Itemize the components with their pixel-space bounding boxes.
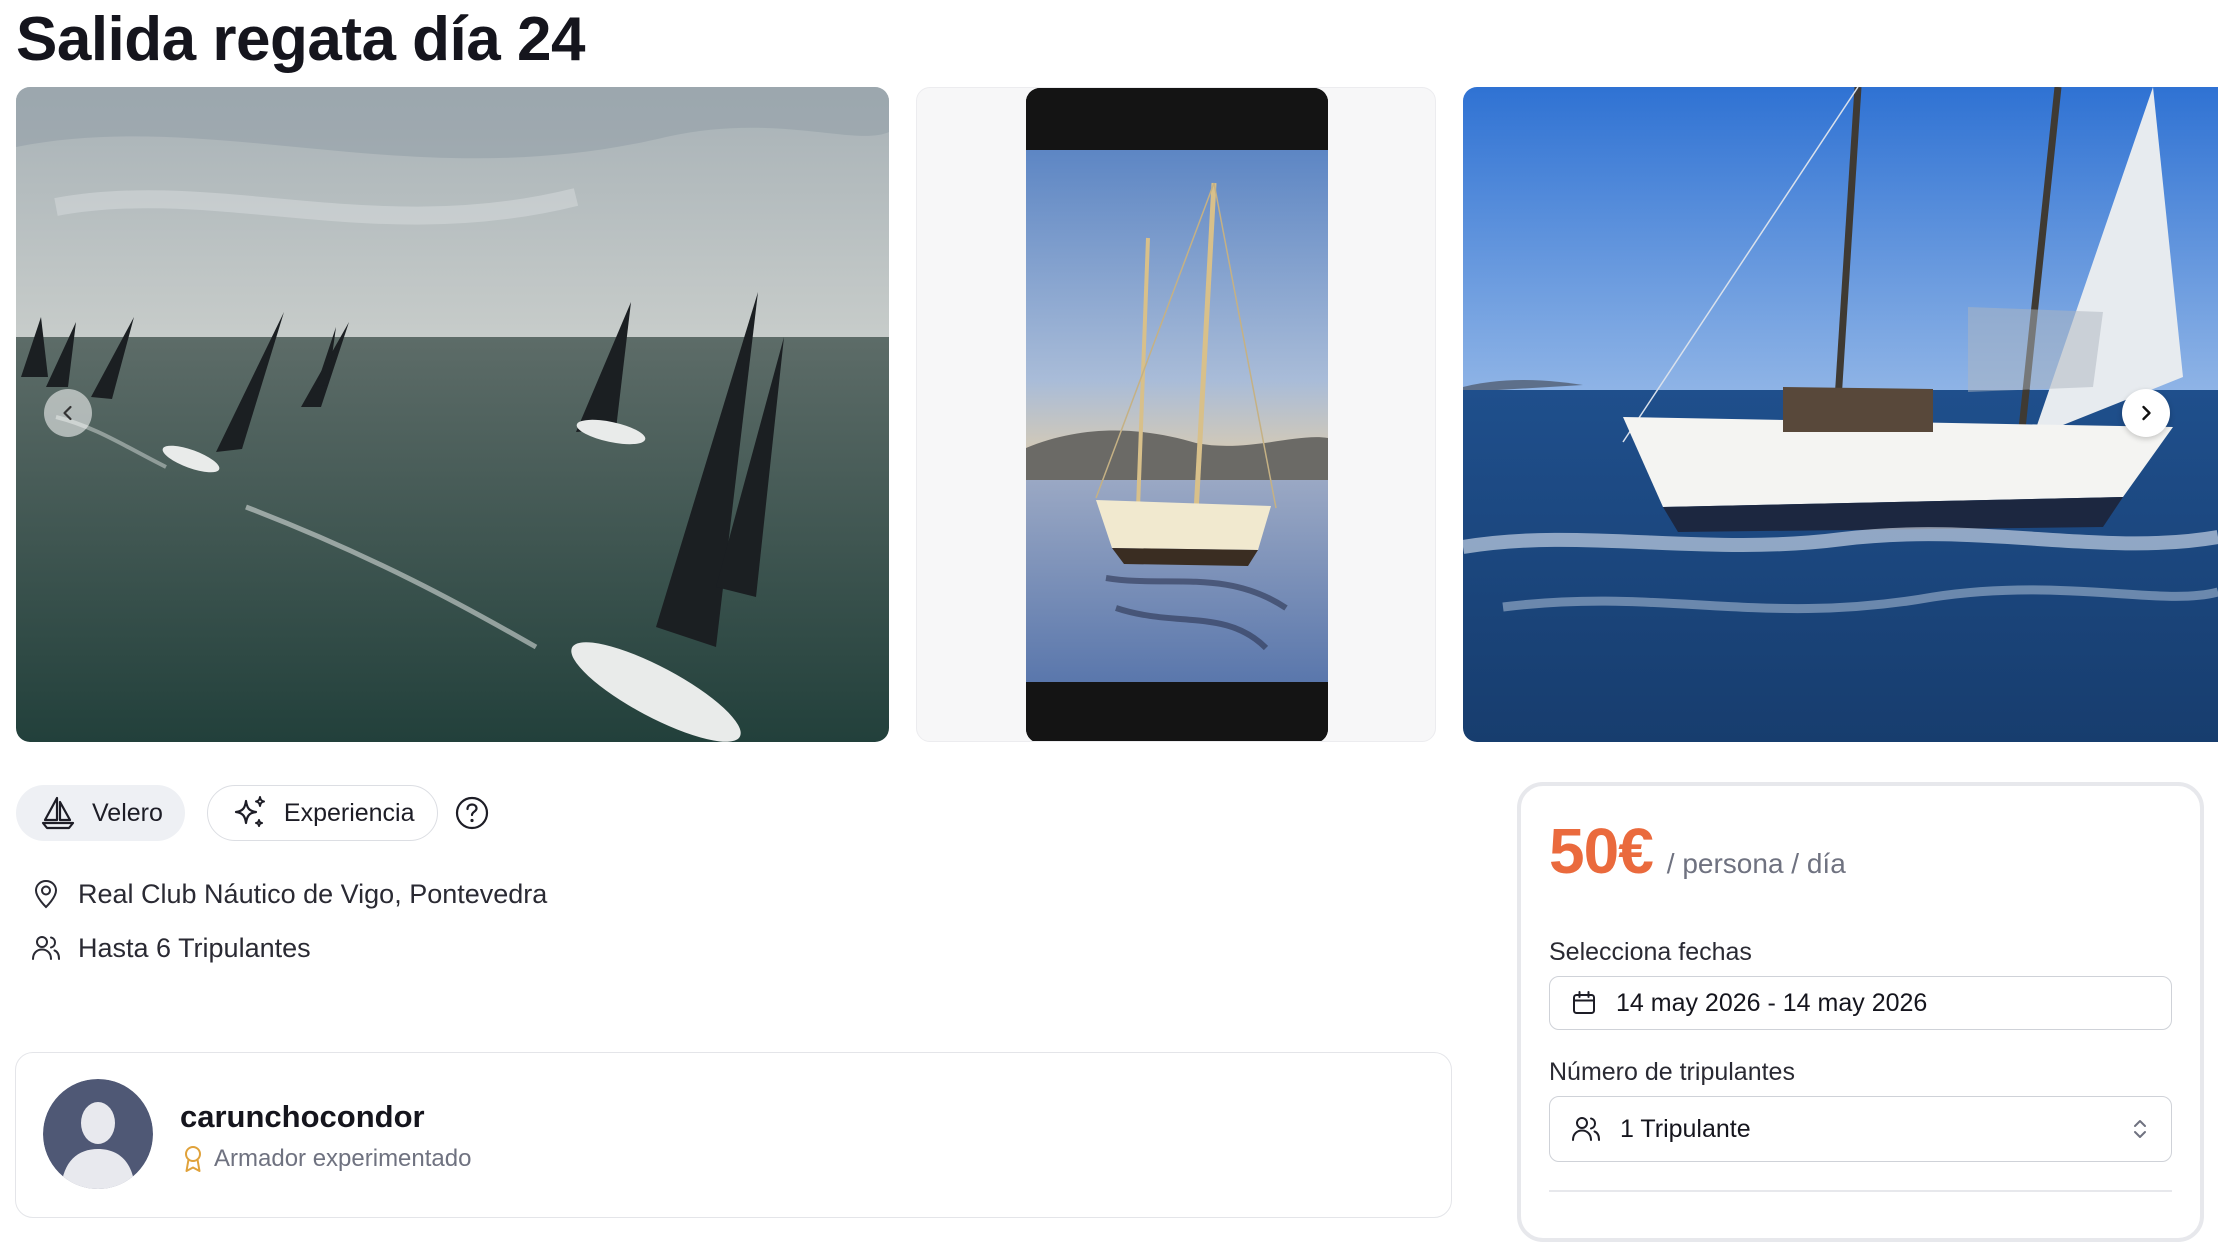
price-unit: / persona / día [1666,848,1846,879]
location-text: Real Club Náutico de Vigo, Pontevedra [78,878,548,909]
gallery-video-sailboat[interactable] [916,87,1436,742]
award-icon [185,1146,201,1172]
owner-badge-label: Armador experimentado [214,1145,472,1172]
tag-velero[interactable]: Velero [16,785,185,841]
chevron-up-down-icon [2134,1120,2146,1138]
users-icon [32,936,60,960]
photo-gallery[interactable] [16,87,2218,742]
tag-row: Velero Experiencia [16,785,490,841]
gallery-image-regatta[interactable] [16,87,889,742]
map-pin-icon [34,879,58,909]
chevron-left-icon [63,405,72,421]
dates-label: Selecciona fechas [1549,938,1752,966]
tag-velero-label: Velero [92,798,163,827]
location-row: Real Club Náutico de Vigo, Pontevedra [30,878,547,910]
date-range-picker[interactable]: 14 may 2026 - 14 may 2026 [1549,976,2172,1030]
users-icon [1572,1117,1600,1141]
avatar[interactable] [43,1079,153,1189]
tag-experiencia[interactable]: Experiencia [206,785,438,841]
price-value: 50€ [1549,815,1654,887]
question-circle-icon [455,796,488,830]
owner-card[interactable]: carunchocondor Armador experimentado [15,1052,1452,1218]
gallery-prev-button[interactable] [44,389,92,437]
booking-panel: 50€ / persona / día Selecciona fechas 14… [1517,782,2204,1242]
chevron-right-icon [2142,405,2151,421]
date-range-value: 14 may 2026 - 14 may 2026 [1616,988,1928,1017]
owner-name[interactable]: carunchocondor [180,1099,425,1135]
page-title: Salida regata día 24 [16,5,585,74]
crew-select-value: 1 Tripulante [1620,1114,1751,1143]
divider [1549,1190,2172,1192]
crew-capacity-text: Hasta 6 Tripulantes [78,932,311,963]
sparkles-icon [234,796,265,827]
help-button[interactable] [454,795,490,831]
sailboat-icon [41,796,75,830]
crew-label: Número de tripulantes [1549,1058,1795,1086]
calendar-icon [1573,991,1595,1014]
price-row: 50€ / persona / día [1549,814,1846,888]
crew-capacity-row: Hasta 6 Tripulantes [30,932,311,964]
gallery-next-button[interactable] [2122,389,2170,437]
owner-badge: Armador experimentado [182,1145,471,1173]
gallery-image-yacht[interactable] [1463,87,2218,742]
crew-select[interactable]: 1 Tripulante [1549,1096,2172,1162]
tag-experiencia-label: Experiencia [283,798,415,827]
